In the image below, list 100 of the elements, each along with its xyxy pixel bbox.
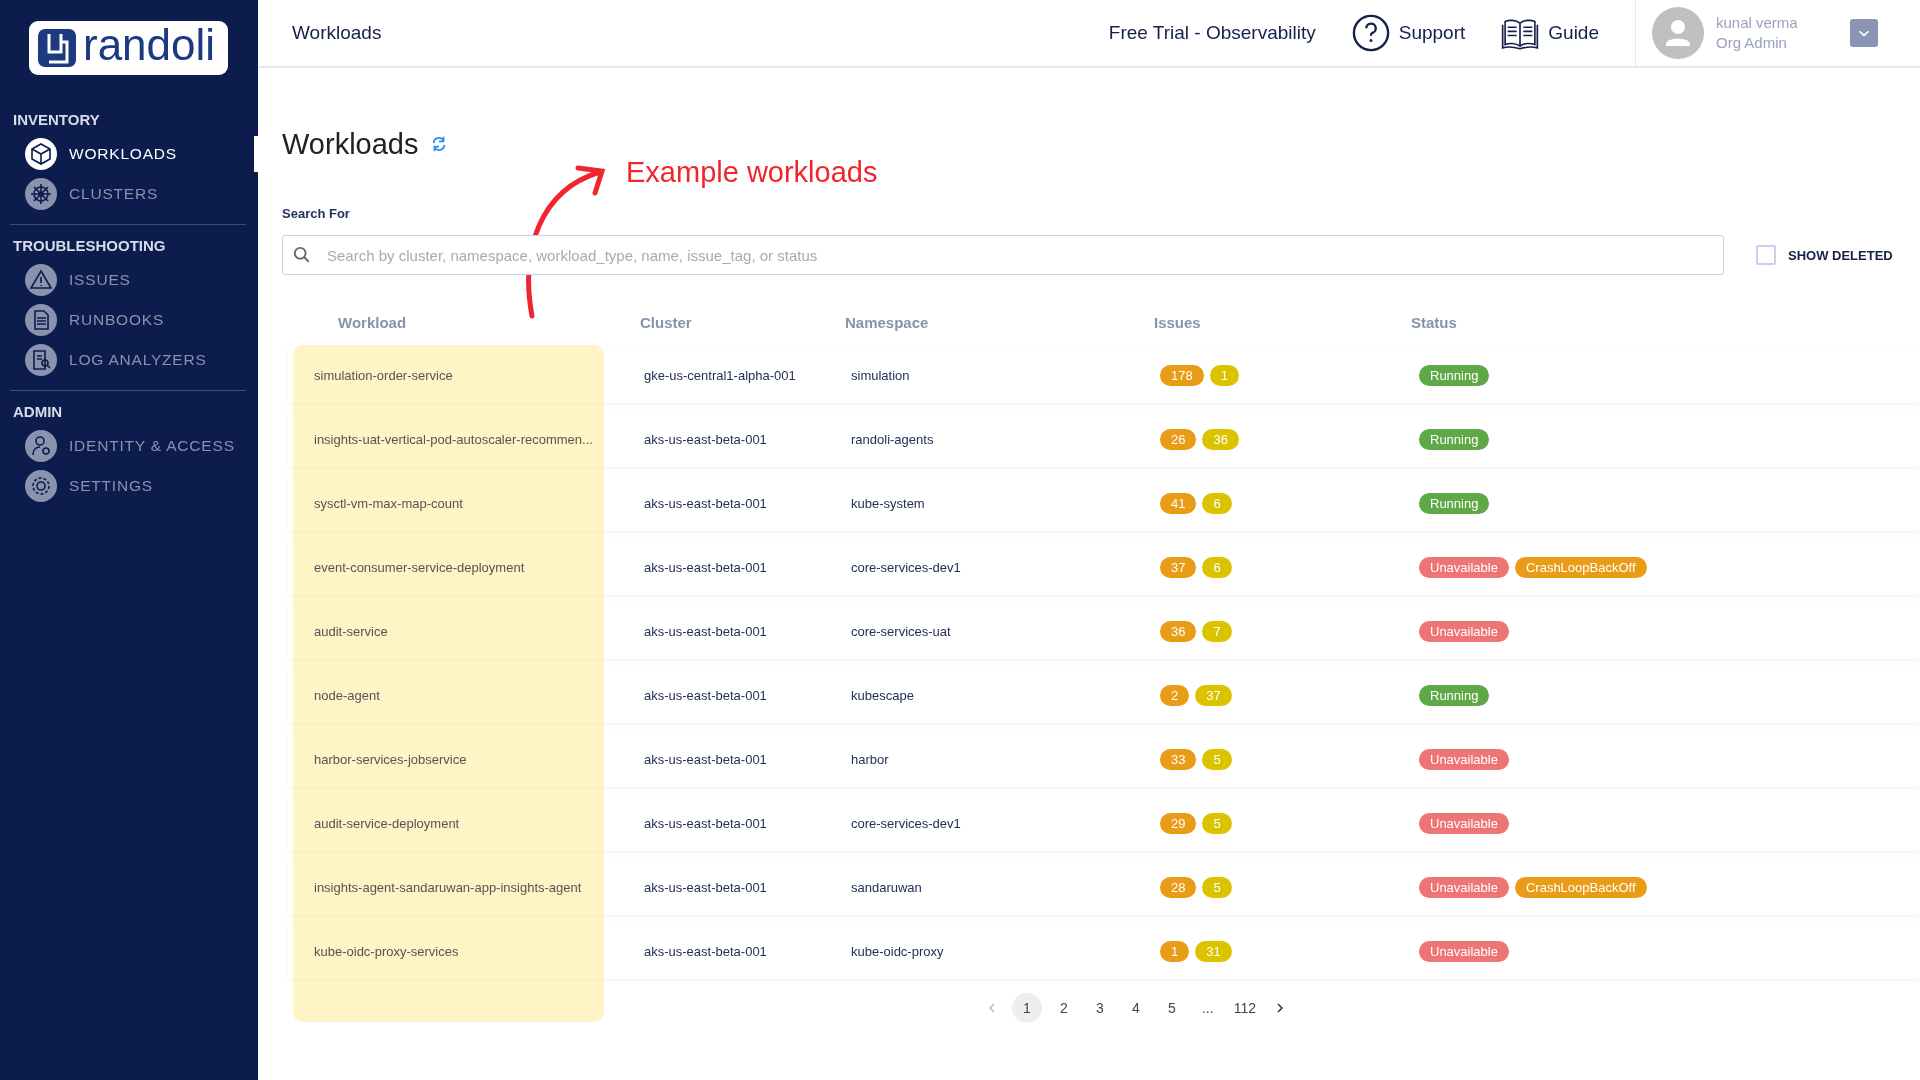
table-row[interactable]: audit-service-deployment aks-us-east-beta-001 core-services-dev1 29 5 Unavailable [288, 795, 1920, 851]
cluster-cell-text: aks-us-east-beta-001 [644, 815, 768, 831]
table-row[interactable]: harbor-services-jobservice aks-us-east-beta-001 harbor 33 5 Unavailable [288, 731, 1920, 787]
issue-count-badge: 37 [1195, 684, 1232, 706]
nav-item[interactable]: WORKLOADS [0, 134, 258, 174]
show-deleted-checkbox[interactable] [1756, 245, 1776, 265]
gear-icon [25, 470, 57, 502]
nav-item[interactable]: CLUSTERS [0, 174, 258, 214]
cluster-cell-text: aks-us-east-beta-001 [644, 687, 768, 703]
cluster-cell-text: aks-us-east-beta-001 [644, 943, 768, 959]
status-badge: Running [1419, 364, 1490, 386]
page-button[interactable]: 5 [1157, 993, 1186, 1023]
page-button[interactable]: 3 [1085, 993, 1114, 1023]
workload-cell-text: event-consumer-service-deployment [313, 559, 526, 575]
page-title: Workloads [282, 127, 419, 161]
issue-count-badge: 6 [1202, 492, 1232, 514]
nav-item[interactable]: LOG ANALYZERS [0, 340, 258, 380]
nav-item[interactable]: IDENTITY & ACCESS [0, 426, 258, 466]
table-row[interactable]: event-consumer-service-deployment aks-us-east-beta-001 core-services-dev1 37 6 Unavailable CrashLoopBackOff [288, 539, 1920, 595]
question-icon [1351, 14, 1390, 52]
cluster-cell-text: gke-us-central1-alpha-001 [644, 367, 797, 383]
user-role: Org Admin [1716, 33, 1788, 53]
column-header: Workload [337, 313, 408, 331]
issue-count-badge: 5 [1202, 748, 1232, 770]
avatar-icon[interactable] [1652, 7, 1704, 59]
column-header: Namespace [845, 313, 930, 331]
table-row[interactable]: node-agent aks-us-east-beta-001 kubescape 2 37 Running [288, 667, 1920, 723]
magnifier-icon [25, 344, 57, 376]
workload-cell-text: kube-oidc-proxy-services [313, 943, 460, 959]
nav-item[interactable]: RUNBOOKS [0, 300, 258, 340]
issue-count-badge: 33 [1160, 748, 1197, 770]
namespace-cell-text: harbor [851, 751, 890, 767]
user-name: kunal verma [1716, 13, 1799, 33]
nav-item[interactable]: SETTINGS [0, 466, 258, 506]
randoli-logo[interactable]: randoli [29, 21, 228, 75]
status-badge: CrashLoopBackOff [1514, 556, 1647, 578]
cluster-cell-text: aks-us-east-beta-001 [644, 879, 768, 895]
namespace-cell-text: simulation [851, 367, 911, 383]
status-badge: Unavailable [1419, 620, 1509, 642]
status-badge: Unavailable [1419, 812, 1509, 834]
workload-cell-text: insights-agent-sandaruwan-app-insights-agent [313, 879, 583, 895]
table-row[interactable]: audit-service aks-us-east-beta-001 core-services-uat 36 7 Unavailable [288, 603, 1920, 659]
table-row[interactable]: sysctl-vm-max-map-count aks-us-east-beta-001 kube-system 41 6 Running [288, 475, 1920, 531]
page-button[interactable]: 4 [1121, 993, 1150, 1023]
status-badge: Unavailable [1419, 748, 1509, 770]
dropdown-button[interactable] [1850, 19, 1878, 47]
support-link[interactable]: Support [1351, 14, 1466, 52]
column-header: Issues [1154, 313, 1202, 331]
issue-count-badge: 36 [1160, 620, 1197, 642]
status-badge: Running [1419, 492, 1490, 514]
namespace-cell-text: core-services-dev1 [851, 559, 962, 575]
issue-count-badge: 29 [1160, 812, 1197, 834]
namespace-cell-text: core-services-dev1 [851, 815, 962, 831]
issue-count-badge: 6 [1202, 556, 1232, 578]
workload-cell-text: audit-service-deployment [313, 815, 461, 831]
workload-cell-text: simulation-order-service [313, 367, 454, 383]
free-trial-link[interactable]: Free Trial - Observability [1108, 22, 1316, 44]
workload-cell-text: harbor-services-jobservice [313, 751, 468, 767]
search-field[interactable]: Search by cluster, namespace, workload_type, name, issue_tag, or status [282, 235, 1724, 275]
page-button[interactable]: 2 [1049, 993, 1078, 1023]
warning-icon [25, 264, 57, 296]
namespace-cell-text: kube-system [851, 495, 926, 511]
workload-cell-text: node-agent [313, 687, 381, 703]
cluster-cell-text: aks-us-east-beta-001 [644, 431, 768, 447]
issue-count-badge: 1 [1160, 940, 1190, 962]
table-row[interactable]: simulation-order-service gke-us-central1-alpha-001 simulation 178 1 Running [288, 347, 1920, 403]
status-badge: Unavailable [1419, 940, 1509, 962]
issue-count-badge: 2 [1160, 684, 1190, 706]
page-button[interactable]: 112 [1229, 993, 1261, 1023]
cluster-cell-text: aks-us-east-beta-001 [644, 495, 768, 511]
status-badge: Unavailable [1419, 556, 1509, 578]
table-row[interactable]: insights-uat-vertical-pod-autoscaler-recommen... aks-us-east-beta-001 randoli-agents 26 36 Running [288, 411, 1920, 467]
issue-count-badge: 26 [1160, 428, 1197, 450]
cluster-cell-text: aks-us-east-beta-001 [644, 623, 768, 639]
namespace-cell-text: kubescape [851, 687, 915, 703]
namespace-cell-text: core-services-uat [851, 623, 952, 639]
table-row[interactable]: kube-oidc-proxy-services aks-us-east-beta-001 kube-oidc-proxy 1 31 Unavailable [288, 923, 1920, 979]
person-icon [25, 430, 57, 462]
logo-text: randoli [83, 23, 216, 71]
page-button[interactable]: 1 [1011, 993, 1042, 1023]
issue-count-badge: 31 [1195, 940, 1232, 962]
nav-item[interactable]: ISSUES [0, 260, 258, 300]
issue-count-badge: 178 [1160, 364, 1204, 386]
column-header: Status [1411, 313, 1458, 331]
status-badge: Running [1419, 684, 1490, 706]
cube-icon [25, 138, 57, 170]
cluster-cell-text: aks-us-east-beta-001 [644, 751, 768, 767]
status-badge: Unavailable [1419, 876, 1509, 898]
search-icon [293, 246, 311, 264]
namespace-cell-text: kube-oidc-proxy [851, 943, 945, 959]
wheel-icon [25, 178, 57, 210]
issue-count-badge: 1 [1209, 364, 1239, 386]
guide-link[interactable]: Guide [1501, 14, 1599, 52]
show-deleted-label: SHOW DELETED [1788, 247, 1893, 263]
issue-count-badge: 41 [1160, 492, 1197, 514]
workload-cell-text: sysctl-vm-max-map-count [313, 495, 464, 511]
page-button[interactable]: ... [1193, 993, 1222, 1023]
table-row[interactable]: insights-agent-sandaruwan-app-insights-agent aks-us-east-beta-001 sandaruwan 28 5 Unavailable CrashLoopBackOff [288, 859, 1920, 915]
issue-count-badge: 37 [1160, 556, 1197, 578]
issue-count-badge: 36 [1202, 428, 1239, 450]
